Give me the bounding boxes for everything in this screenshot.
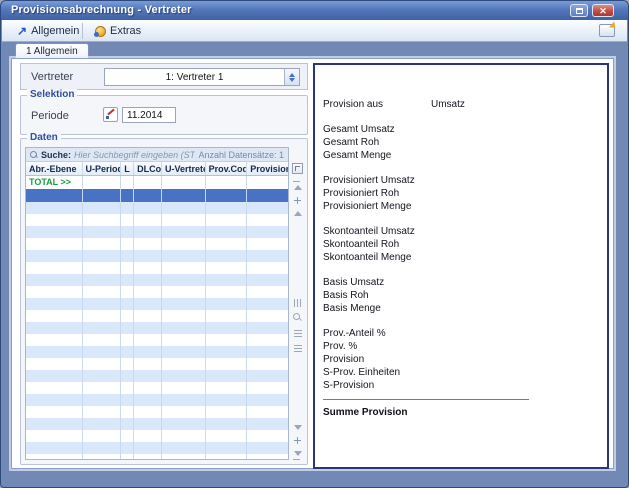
scroll-to-top-icon[interactable] (292, 182, 303, 193)
provision-aus-label: Provision aus (323, 99, 383, 110)
search-label: Suche: (41, 150, 71, 160)
skontoanteil-umsatz-label: Skontoanteil Umsatz (323, 226, 607, 239)
vertreter-label: Vertreter (31, 71, 73, 83)
toolbar-extras-button[interactable]: Extras (88, 22, 148, 40)
close-button[interactable]: ✕ (592, 4, 614, 17)
grid-selected-row[interactable] (26, 189, 288, 202)
column-chooser-icon[interactable] (292, 163, 303, 174)
prov-anteil-label: Prov.-Anteil % (323, 328, 607, 341)
zoom-search-icon[interactable] (292, 312, 303, 323)
prov-prozent-label: Prov. % (323, 341, 607, 354)
app-window: Provisionsabrechnung - Vertreter ✕ ↗ All… (0, 0, 629, 488)
row-append-icon[interactable] (292, 435, 303, 446)
column-header-provision[interactable]: Provision € (247, 162, 288, 175)
filter-icon[interactable] (292, 328, 303, 339)
toolbar-allgemein-button[interactable]: ↗ Allgemein (10, 22, 86, 40)
restore-button[interactable] (570, 4, 588, 17)
summary-icon[interactable] (292, 343, 303, 354)
vertreter-panel: Vertreter 1: Vertreter 1 (20, 63, 308, 90)
column-header-u-vertreter[interactable]: U-Vertreter (162, 162, 206, 175)
window-title: Provisionsabrechnung - Vertreter (11, 4, 192, 16)
toolbar-extras-label: Extras (110, 25, 141, 37)
arrow-ne-icon: ↗ (17, 25, 27, 37)
extras-icon (95, 26, 106, 37)
column-header-l[interactable]: L (121, 162, 134, 175)
date-picker-icon[interactable] (103, 107, 118, 122)
gesamt-roh-label: Gesamt Roh (323, 137, 607, 150)
spinner-updown-icon[interactable] (284, 69, 299, 85)
titlebar[interactable]: Provisionsabrechnung - Vertreter ✕ (1, 1, 628, 20)
scroll-bottom-line (293, 459, 300, 460)
toolbar-allgemein-label: Allgemein (31, 25, 79, 37)
provisioniert-menge-label: Provisioniert Menge (323, 201, 607, 214)
record-count: Anzahl Datensätze: 1 (198, 150, 284, 160)
search-icon (30, 151, 38, 159)
grid-header-row: Abr.-Ebene U-Periode L DLCode U-Vertrete… (26, 162, 288, 176)
daten-groupbox: Daten Suche: Anzahl Datensätze: 1 Abr.-E… (20, 138, 308, 465)
periode-label: Periode (31, 110, 69, 122)
tab-strip: 1 Allgemein (2, 43, 627, 58)
grid-total-row[interactable]: TOTAL >> (26, 176, 288, 189)
grid-empty-rows[interactable] (26, 202, 288, 459)
vertreter-combobox[interactable]: 1: Vertreter 1 (104, 68, 300, 86)
search-input[interactable] (74, 150, 195, 160)
gesamt-menge-label: Gesamt Menge (323, 150, 607, 163)
tab-allgemein[interactable]: 1 Allgemein (15, 43, 89, 58)
basis-menge-label: Basis Menge (323, 303, 607, 316)
periode-input[interactable] (122, 107, 176, 123)
skontoanteil-roh-label: Skontoanteil Roh (323, 239, 607, 252)
toolbar: ↗ Allgemein Extras (2, 20, 627, 42)
scroll-up-icon[interactable] (292, 208, 303, 219)
column-header-u-periode[interactable]: U-Periode (83, 162, 122, 175)
details-panel: Provision aus Umsatz Gesamt Umsatz Gesam… (313, 63, 609, 469)
selektion-groupbox: Selektion Periode (20, 95, 308, 135)
toolbar-separator (82, 23, 83, 39)
daten-caption: Daten (27, 132, 61, 143)
column-header-prov-code[interactable]: Prov.Code (206, 162, 248, 175)
row-insert-icon[interactable] (292, 195, 303, 206)
s-prov-einheiten-label: S-Prov. Einheiten (323, 367, 607, 380)
column-header-abr-ebene[interactable]: Abr.-Ebene (26, 162, 83, 175)
columns-layout-icon[interactable] (292, 297, 303, 308)
column-header-dlcode[interactable]: DLCode (134, 162, 162, 175)
export-window-icon[interactable] (599, 24, 615, 37)
data-grid: Suche: Anzahl Datensätze: 1 Abr.-Ebene U… (25, 147, 289, 460)
provisioniert-umsatz-label: Provisioniert Umsatz (323, 175, 607, 188)
content-panel: Vertreter 1: Vertreter 1 Selektion Perio… (11, 58, 614, 469)
provision-label: Provision (323, 354, 607, 367)
grid-body: TOTAL >> (26, 176, 288, 459)
vertreter-combobox-value: 1: Vertreter 1 (105, 72, 284, 83)
spin-down-icon (289, 78, 295, 82)
restore-icon (576, 8, 583, 14)
grid-side-toolbar (291, 147, 304, 460)
spin-up-icon (289, 73, 295, 77)
tab-allgemein-label: 1 Allgemein (26, 46, 78, 57)
provision-aus-value: Umsatz (431, 99, 465, 111)
details-separator (323, 399, 529, 400)
selektion-caption: Selektion (27, 89, 77, 100)
gesamt-umsatz-label: Gesamt Umsatz (323, 124, 607, 137)
s-provision-label: S-Provision (323, 380, 607, 393)
summe-provision-label: Summe Provision (323, 407, 607, 418)
basis-roh-label: Basis Roh (323, 290, 607, 303)
skontoanteil-menge-label: Skontoanteil Menge (323, 252, 607, 265)
scroll-to-bottom-icon[interactable] (292, 448, 303, 459)
provisioniert-roh-label: Provisioniert Roh (323, 188, 607, 201)
grid-search-bar: Suche: Anzahl Datensätze: 1 (26, 148, 288, 162)
basis-umsatz-label: Basis Umsatz (323, 277, 607, 290)
scroll-down-icon[interactable] (292, 422, 303, 433)
close-icon: ✕ (599, 6, 607, 16)
